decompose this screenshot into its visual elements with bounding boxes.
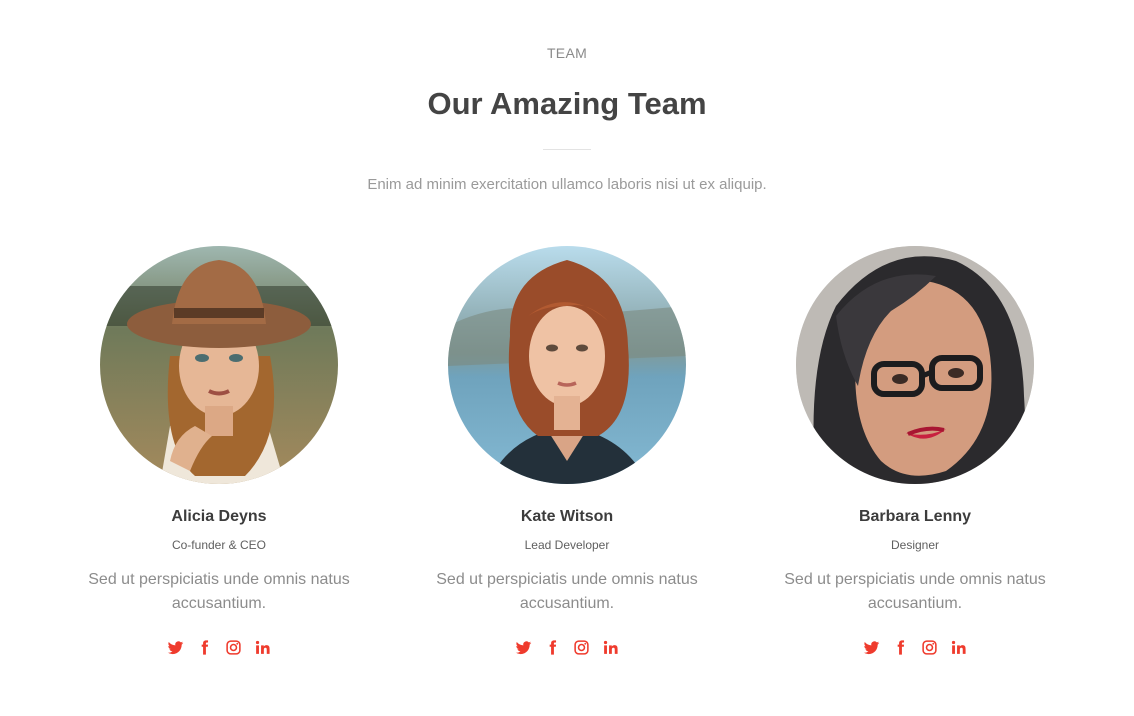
- social-links: [765, 639, 1065, 657]
- linkedin-icon[interactable]: [950, 639, 967, 656]
- section-subtitle: Enim ad minim exercitation ullamco labor…: [367, 176, 767, 193]
- member-role: Co-funder & CEO: [171, 538, 267, 552]
- linkedin-icon[interactable]: [602, 639, 619, 656]
- team-member-card: Barbara Lenny Designer Sed ut perspiciat…: [765, 246, 1065, 657]
- section-tag: TEAM: [546, 45, 588, 61]
- twitter-icon[interactable]: [863, 639, 880, 656]
- team-member-card: Kate Witson Lead Developer Sed ut perspi…: [417, 246, 717, 657]
- title-divider: [543, 149, 591, 150]
- member-bio: Sed ut perspiciatis unde omnis natus acc…: [436, 571, 698, 612]
- facebook-icon[interactable]: [196, 639, 213, 656]
- member-bio: Sed ut perspiciatis unde omnis natus acc…: [88, 571, 350, 612]
- member-name: Alicia Deyns: [171, 508, 267, 525]
- member-bio: Sed ut perspiciatis unde omnis natus acc…: [784, 571, 1046, 612]
- twitter-icon[interactable]: [167, 639, 184, 656]
- member-role: Lead Developer: [524, 538, 610, 552]
- facebook-icon[interactable]: [892, 639, 909, 656]
- instagram-icon[interactable]: [225, 639, 242, 656]
- social-links: [417, 639, 717, 657]
- linkedin-icon[interactable]: [254, 639, 271, 656]
- facebook-icon[interactable]: [544, 639, 561, 656]
- instagram-icon[interactable]: [573, 639, 590, 656]
- member-name: Kate Witson: [520, 508, 614, 525]
- team-member-card: Alicia Deyns Co-funder & CEO Sed ut pers…: [69, 246, 369, 657]
- avatar: [100, 246, 338, 484]
- twitter-icon[interactable]: [515, 639, 532, 656]
- member-role: Designer: [890, 538, 940, 552]
- avatar: [796, 246, 1034, 484]
- member-name: Barbara Lenny: [858, 508, 972, 525]
- instagram-icon[interactable]: [921, 639, 938, 656]
- avatar: [448, 246, 686, 484]
- section-title: Our Amazing Team: [427, 86, 707, 121]
- social-links: [69, 639, 369, 657]
